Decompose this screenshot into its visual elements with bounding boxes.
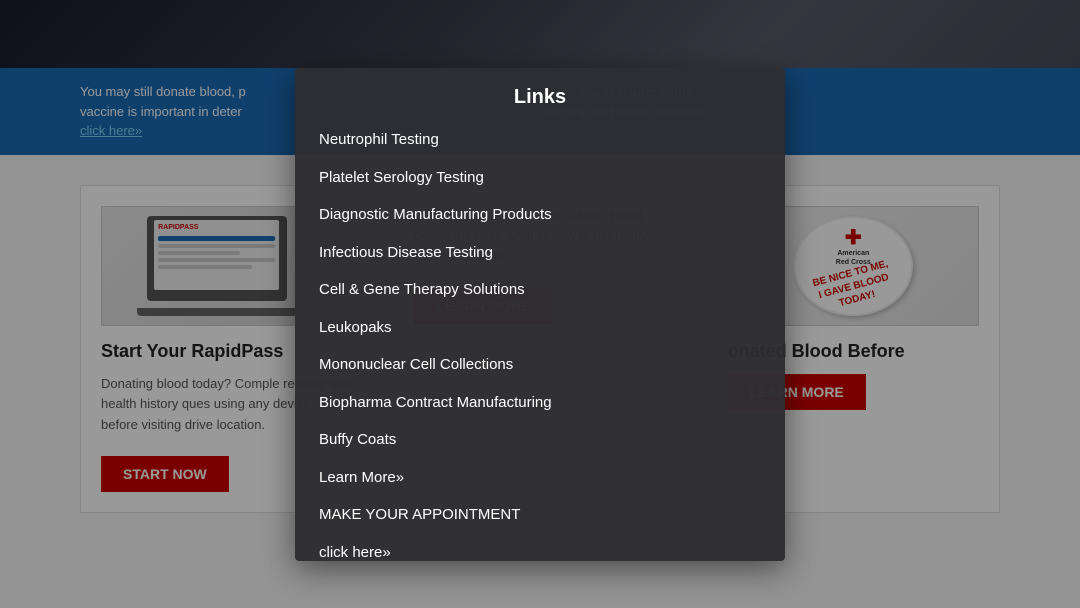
links-modal-list: Neutrophil TestingPlatelet Serology Test… [295, 121, 785, 561]
link-item-neutrophil[interactable]: Neutrophil Testing [295, 121, 785, 159]
link-item-infectious[interactable]: Infectious Disease Testing [295, 234, 785, 272]
link-item-leukopaks[interactable]: Leukopaks [295, 309, 785, 347]
link-item-platelet[interactable]: Platelet Serology Testing [295, 159, 785, 197]
page-wrapper: You may still donate blood, p vaccine is… [0, 0, 1080, 608]
links-modal: Links Neutrophil TestingPlatelet Serolog… [295, 68, 785, 561]
link-item-make-appt[interactable]: MAKE YOUR APPOINTMENT [295, 496, 785, 534]
link-item-diagnostic[interactable]: Diagnostic Manufacturing Products [295, 196, 785, 234]
link-item-mononuclear[interactable]: Mononuclear Cell Collections [295, 346, 785, 384]
link-item-click-here[interactable]: click here» [295, 534, 785, 562]
link-item-buffy[interactable]: Buffy Coats [295, 421, 785, 459]
link-item-biopharma[interactable]: Biopharma Contract Manufacturing [295, 384, 785, 422]
link-item-learn-more-1[interactable]: Learn More» [295, 459, 785, 497]
link-item-cell-gene[interactable]: Cell & Gene Therapy Solutions [295, 271, 785, 309]
links-modal-title: Links [295, 68, 785, 121]
